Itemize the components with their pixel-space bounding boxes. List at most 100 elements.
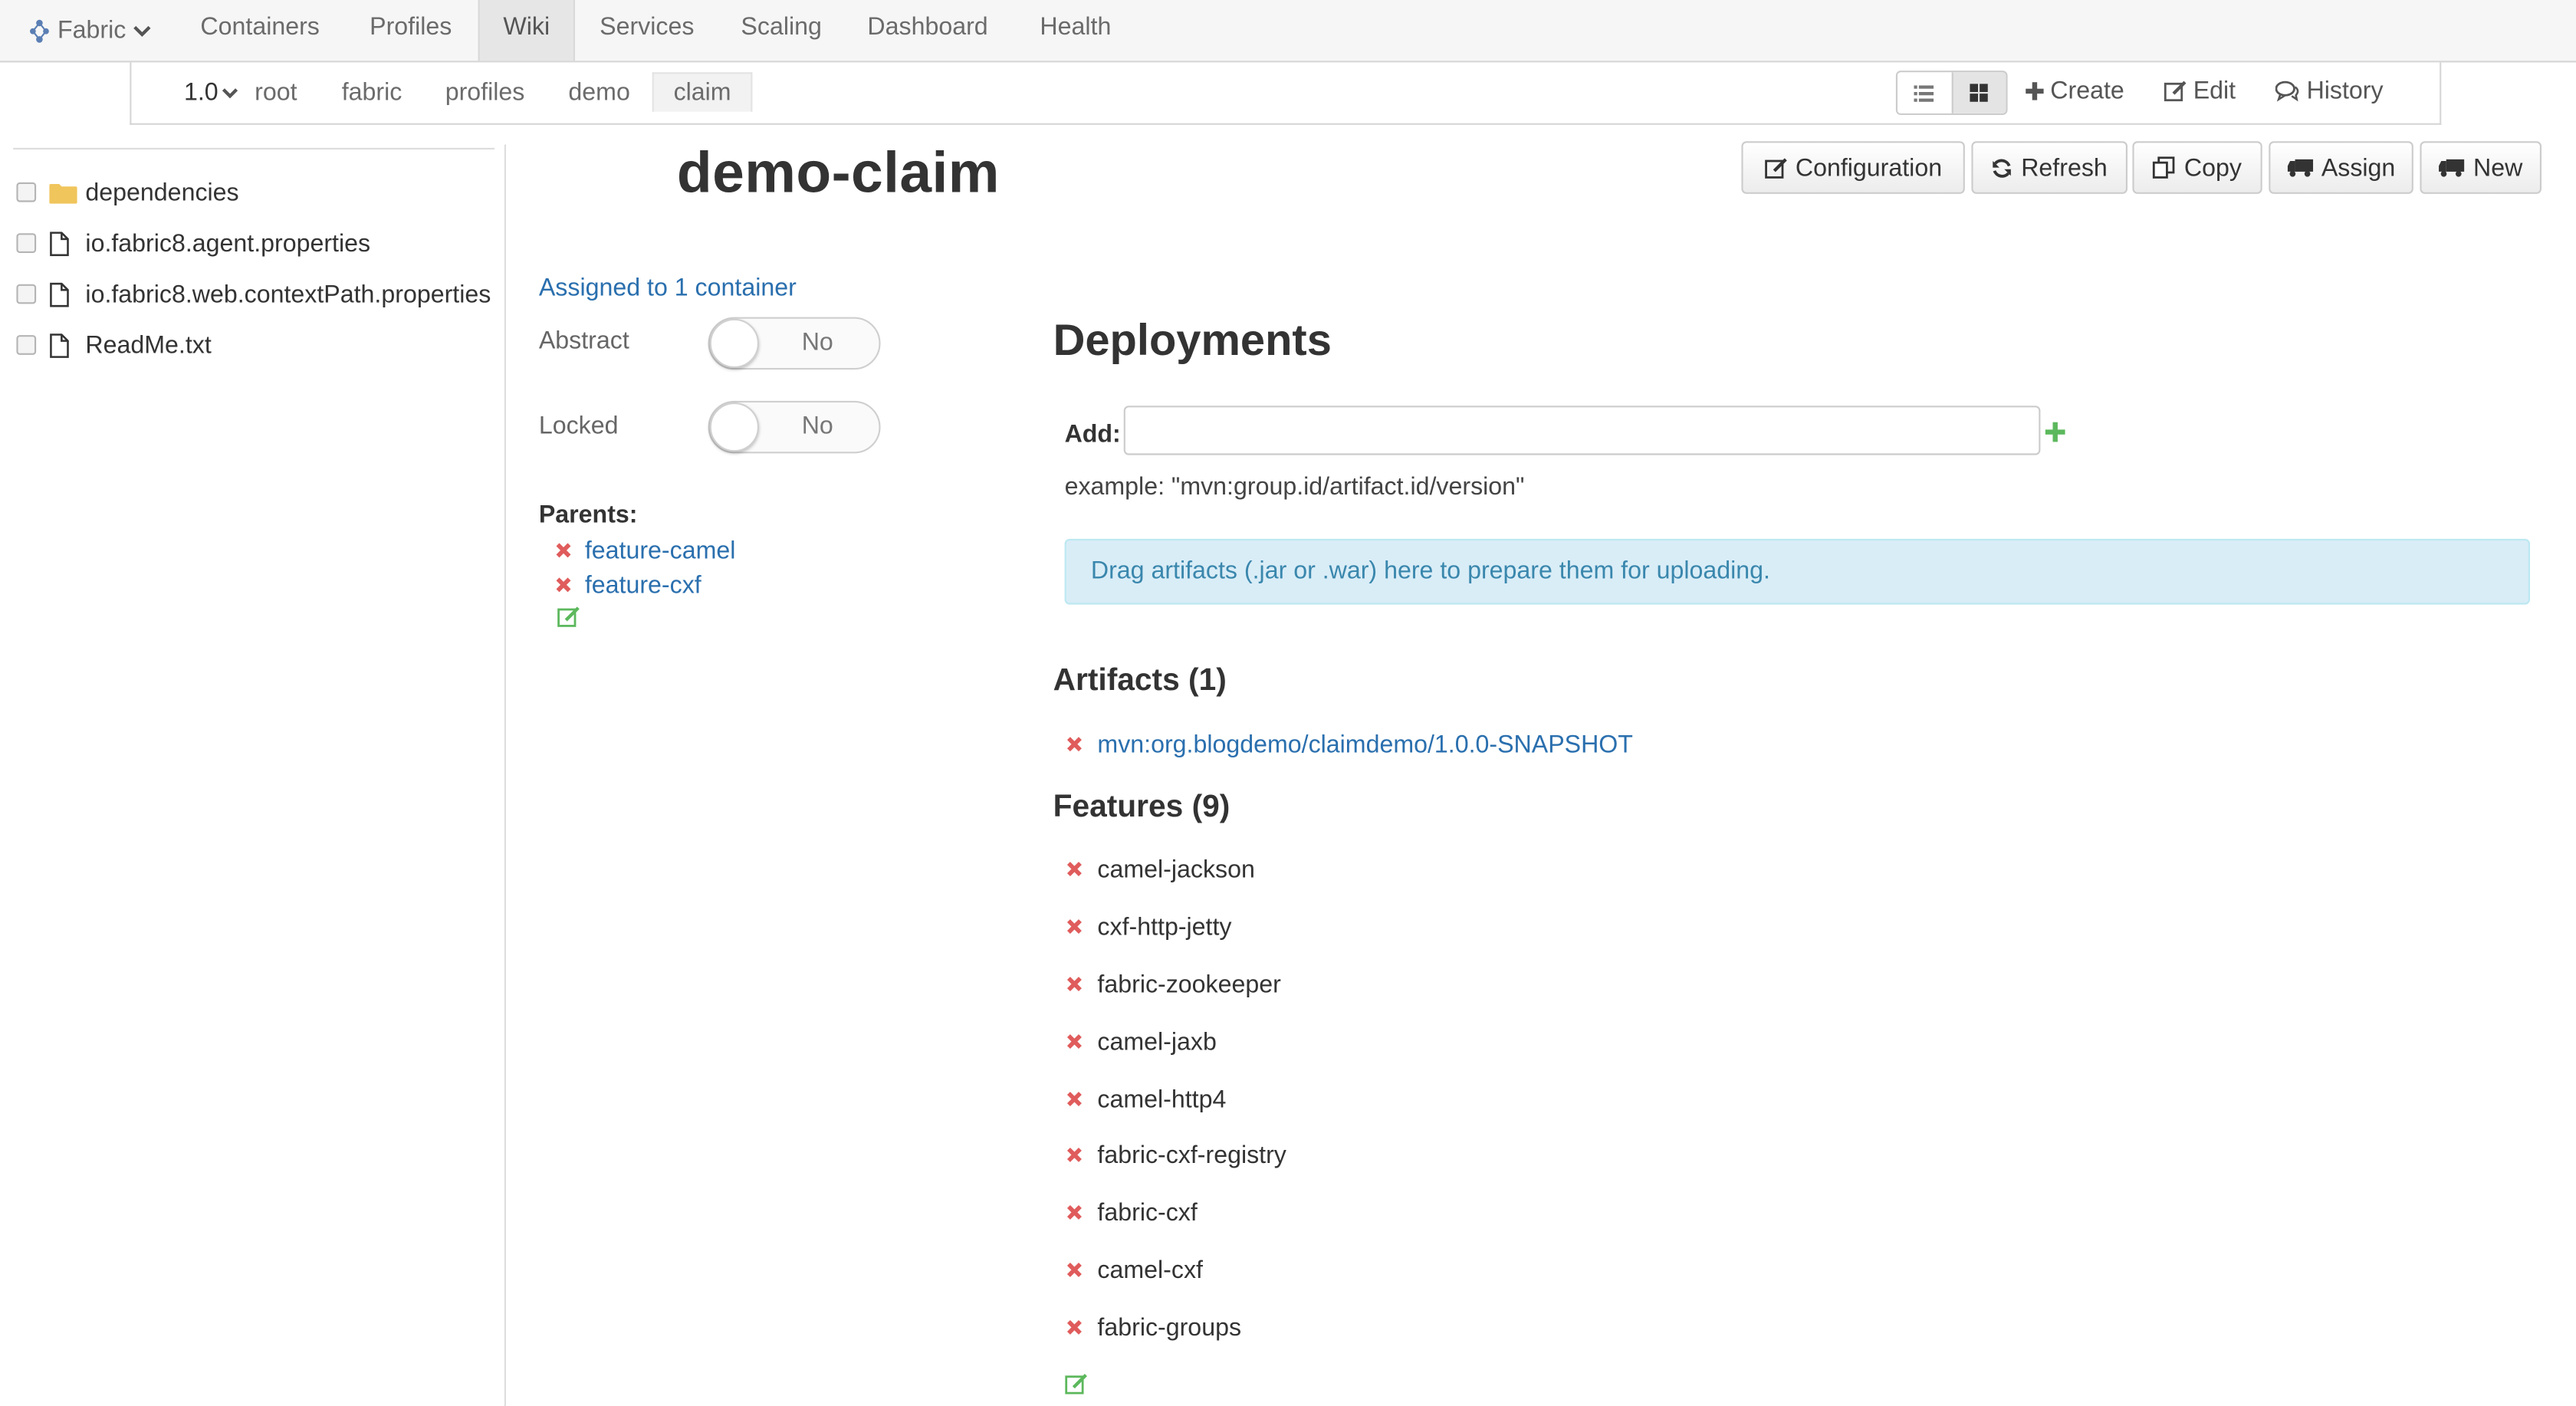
feature-label: camel-jaxb: [1097, 1027, 1217, 1056]
tree-item-dependencies[interactable]: dependencies: [16, 174, 239, 210]
remove-icon[interactable]: [1066, 1147, 1083, 1163]
tree-item-label: io.fabric8.web.contextPath.properties: [85, 280, 491, 308]
features-heading: Features (9): [1053, 790, 1230, 825]
remove-icon[interactable]: [555, 577, 571, 593]
tree-item-agent-properties[interactable]: io.fabric8.agent.properties: [16, 225, 370, 261]
feature-label: cxf-http-jetty: [1097, 912, 1232, 941]
create-label: Create: [2050, 77, 2124, 106]
history-label: History: [2306, 77, 2384, 106]
breadcrumb-profiles[interactable]: profiles: [445, 79, 525, 107]
page-title: demo-claim: [676, 141, 1000, 205]
remove-icon[interactable]: [1066, 918, 1083, 935]
configuration-button[interactable]: Configuration: [1741, 141, 1965, 194]
remove-icon[interactable]: [1066, 1204, 1083, 1220]
locked-label: Locked: [538, 412, 619, 441]
remove-icon[interactable]: [1066, 1033, 1083, 1050]
drop-zone-text: Drag artifacts (.jar or .war) here to pr…: [1090, 557, 1770, 585]
nav-profiles[interactable]: Profiles: [370, 0, 452, 61]
assigned-containers-link[interactable]: Assigned to 1 container: [539, 274, 797, 302]
example-hint: example: "mvn:group.id/artifact.id/versi…: [1064, 473, 1525, 501]
add-deployment-input[interactable]: [1123, 406, 2041, 455]
tree-item-label: dependencies: [85, 178, 239, 206]
abstract-label: Abstract: [538, 327, 629, 355]
refresh-button[interactable]: Refresh: [1971, 141, 2128, 194]
abstract-value: No: [801, 328, 833, 356]
edit-parents-icon[interactable]: [557, 606, 580, 628]
breadcrumb-fabric[interactable]: fabric: [342, 79, 402, 107]
tree-checkbox[interactable]: [16, 182, 37, 202]
nav-scaling[interactable]: Scaling: [741, 0, 821, 61]
history-button[interactable]: History: [2275, 77, 2384, 105]
abstract-toggle[interactable]: No: [708, 317, 881, 370]
version-selector[interactable]: 1.0: [184, 79, 238, 107]
assign-label: Assign: [2321, 153, 2396, 182]
feature-label: fabric-cxf: [1097, 1198, 1198, 1227]
copy-icon: [2153, 156, 2176, 179]
refresh-icon: [1993, 158, 2012, 177]
edit-label: Edit: [2193, 77, 2236, 106]
remove-icon[interactable]: [1066, 1091, 1083, 1107]
nav-containers[interactable]: Containers: [200, 0, 319, 61]
locked-value: No: [801, 412, 833, 441]
deployments-heading: Deployments: [1053, 315, 1332, 365]
tree-checkbox[interactable]: [16, 233, 37, 253]
edit-button[interactable]: Edit: [2164, 77, 2236, 105]
remove-icon[interactable]: [1066, 1262, 1083, 1278]
feature-item: camel-http4: [1066, 1082, 1227, 1115]
artifact-drop-zone[interactable]: Drag artifacts (.jar or .war) here to pr…: [1064, 538, 2530, 605]
new-label: New: [2473, 153, 2523, 182]
grid-view-button[interactable]: [1951, 72, 2006, 113]
feature-label: camel-http4: [1097, 1085, 1227, 1113]
assign-button[interactable]: Assign: [2269, 141, 2413, 194]
file-icon: [49, 281, 85, 307]
remove-icon[interactable]: [555, 542, 571, 558]
list-view-button[interactable]: [1898, 72, 1952, 113]
locked-toggle[interactable]: No: [708, 400, 881, 454]
artifact-link[interactable]: mvn:org.blogdemo/claimdemo/1.0.0-SNAPSHO…: [1097, 731, 1633, 758]
configuration-label: Configuration: [1795, 153, 1943, 182]
nav-dashboard[interactable]: Dashboard: [867, 0, 987, 61]
chevron-down-icon: [222, 88, 238, 99]
copy-button[interactable]: Copy: [2132, 141, 2262, 194]
tree-item-label: ReadMe.txt: [85, 330, 212, 360]
nav-wiki[interactable]: Wiki: [478, 0, 575, 61]
remove-icon[interactable]: [1066, 1319, 1083, 1335]
top-navbar: Fabric Containers Profiles Wiki Services…: [0, 0, 2576, 63]
nav-services[interactable]: Services: [600, 0, 694, 61]
tree-item-readme[interactable]: ReadMe.txt: [16, 327, 212, 363]
remove-icon[interactable]: [1066, 861, 1083, 877]
view-mode-toggle: [1895, 71, 2008, 115]
chevron-down-icon: [133, 25, 150, 36]
add-plus-icon[interactable]: [2044, 421, 2067, 444]
tree-checkbox[interactable]: [16, 335, 37, 355]
parent-link[interactable]: feature-camel: [585, 537, 736, 564]
tree-item-contextpath-properties[interactable]: io.fabric8.web.contextPath.properties: [16, 276, 491, 312]
remove-icon[interactable]: [1066, 976, 1083, 992]
parent-link[interactable]: feature-cxf: [585, 571, 702, 599]
remove-icon[interactable]: [1066, 736, 1083, 752]
breadcrumb-claim[interactable]: claim: [652, 72, 753, 112]
tree-separator: [504, 144, 506, 1406]
new-button[interactable]: New: [2420, 141, 2542, 194]
breadcrumb-root[interactable]: root: [255, 79, 297, 107]
add-label: Add:: [1064, 420, 1121, 448]
folder-icon: [49, 179, 85, 205]
tree-item-label: io.fabric8.agent.properties: [85, 228, 371, 258]
wiki-toolbar: 1.0 root fabric profiles demo claim Crea…: [130, 62, 2442, 125]
create-button[interactable]: Create: [2026, 77, 2124, 105]
file-icon: [49, 230, 85, 256]
edit-features-icon[interactable]: [1065, 1373, 1088, 1395]
plus-icon: [2026, 82, 2044, 100]
feature-item: fabric-cxf-registry: [1066, 1138, 1286, 1171]
brand-menu[interactable]: Fabric: [28, 0, 150, 61]
nav-health[interactable]: Health: [1040, 0, 1111, 61]
tree-checkbox[interactable]: [16, 284, 37, 304]
tree-divider: [13, 147, 495, 149]
file-icon: [49, 332, 85, 358]
feature-item: camel-jackson: [1066, 852, 1255, 885]
feature-item: camel-cxf: [1066, 1253, 1203, 1286]
breadcrumb-demo[interactable]: demo: [568, 79, 629, 107]
grid-icon: [1970, 84, 1989, 102]
parent-item: feature-camel: [555, 534, 735, 567]
toggle-knob: [709, 402, 759, 452]
